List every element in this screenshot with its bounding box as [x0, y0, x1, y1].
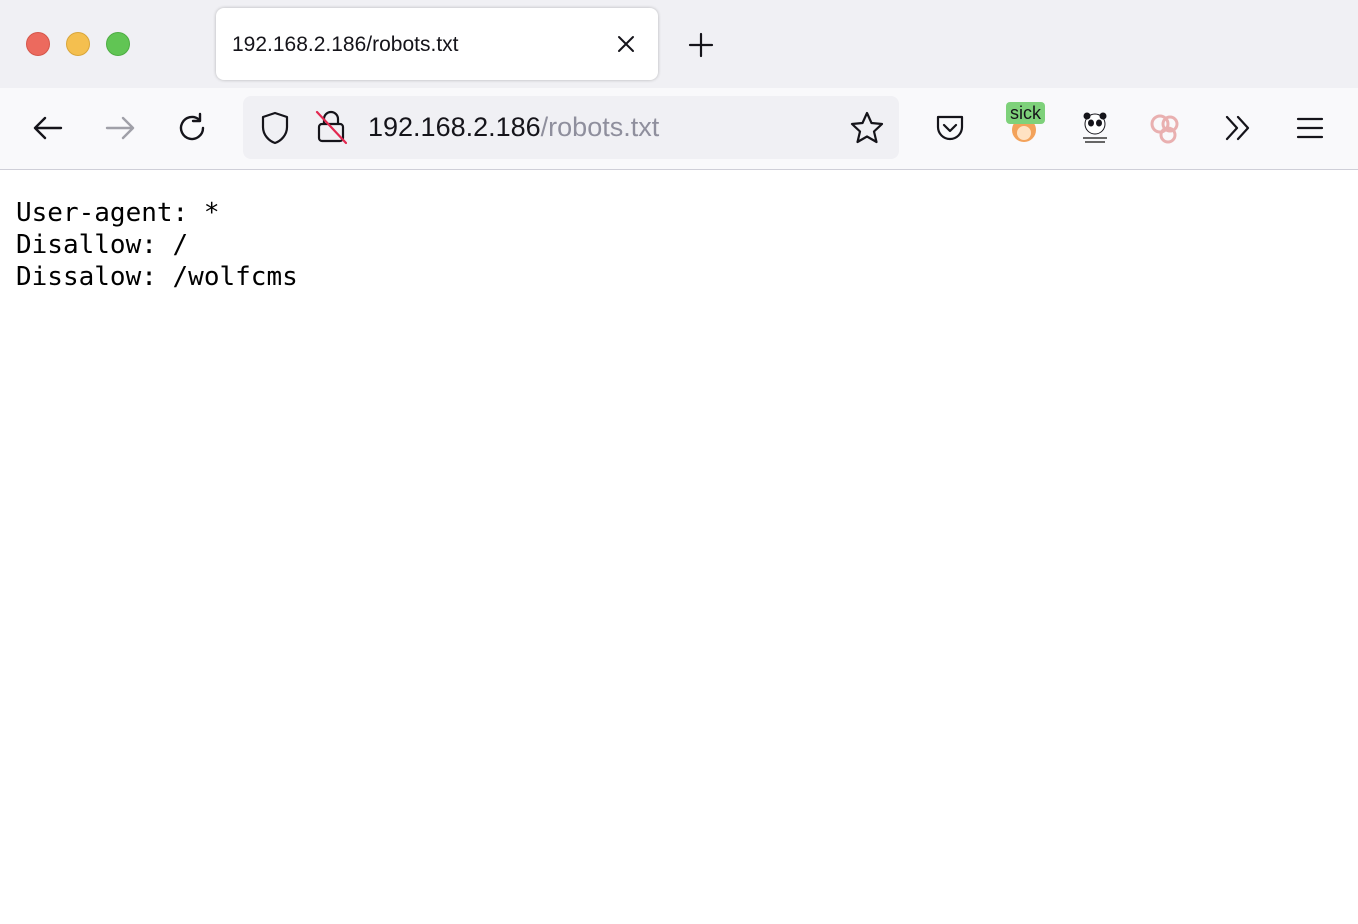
panda-extension-icon[interactable]: [1080, 112, 1110, 146]
overflow-chevrons-icon[interactable]: [1222, 112, 1254, 144]
robots-line: Disallow: /: [16, 230, 189, 260]
browser-window: 192.168.2.186/robots.txt 192.168.2.186/r…: [0, 0, 1358, 924]
new-tab-icon[interactable]: [686, 30, 716, 60]
close-window-icon[interactable]: [26, 32, 50, 56]
minimize-window-icon[interactable]: [66, 32, 90, 56]
tracking-protection-shield-icon[interactable]: [259, 110, 291, 146]
maximize-window-icon[interactable]: [106, 32, 130, 56]
hamburger-menu-icon[interactable]: [1294, 112, 1326, 144]
forward-arrow-icon[interactable]: [102, 110, 138, 146]
url-host: 192.168.2.186: [368, 112, 541, 142]
insecure-lock-icon[interactable]: [315, 108, 347, 146]
back-arrow-icon[interactable]: [30, 110, 66, 146]
tab-title: 192.168.2.186/robots.txt: [232, 33, 459, 56]
navigation-toolbar: 192.168.2.186/robots.txt sick: [0, 88, 1358, 170]
bookmark-star-icon[interactable]: [849, 110, 885, 146]
pocket-icon[interactable]: [934, 112, 966, 144]
url-path: /robots.txt: [540, 112, 660, 142]
rings-extension-icon[interactable]: [1148, 112, 1184, 146]
tab-strip: 192.168.2.186/robots.txt: [0, 0, 1358, 88]
reload-icon[interactable]: [174, 110, 210, 146]
close-tab-icon[interactable]: [612, 30, 640, 58]
page-content: User-agent: * Disallow: / Dissalow: /wol…: [0, 170, 1358, 924]
robots-line: User-agent: *: [16, 198, 220, 228]
extension-badge: sick: [1006, 102, 1045, 124]
url-text[interactable]: 192.168.2.186/robots.txt: [368, 112, 659, 143]
tab-active[interactable]: 192.168.2.186/robots.txt: [216, 8, 658, 80]
url-bar[interactable]: 192.168.2.186/robots.txt: [243, 96, 899, 159]
panda-face-icon: [1083, 112, 1107, 143]
robots-line: Dissalow: /wolfcms: [16, 262, 298, 292]
robots-txt-text: User-agent: * Disallow: / Dissalow: /wol…: [16, 197, 298, 293]
